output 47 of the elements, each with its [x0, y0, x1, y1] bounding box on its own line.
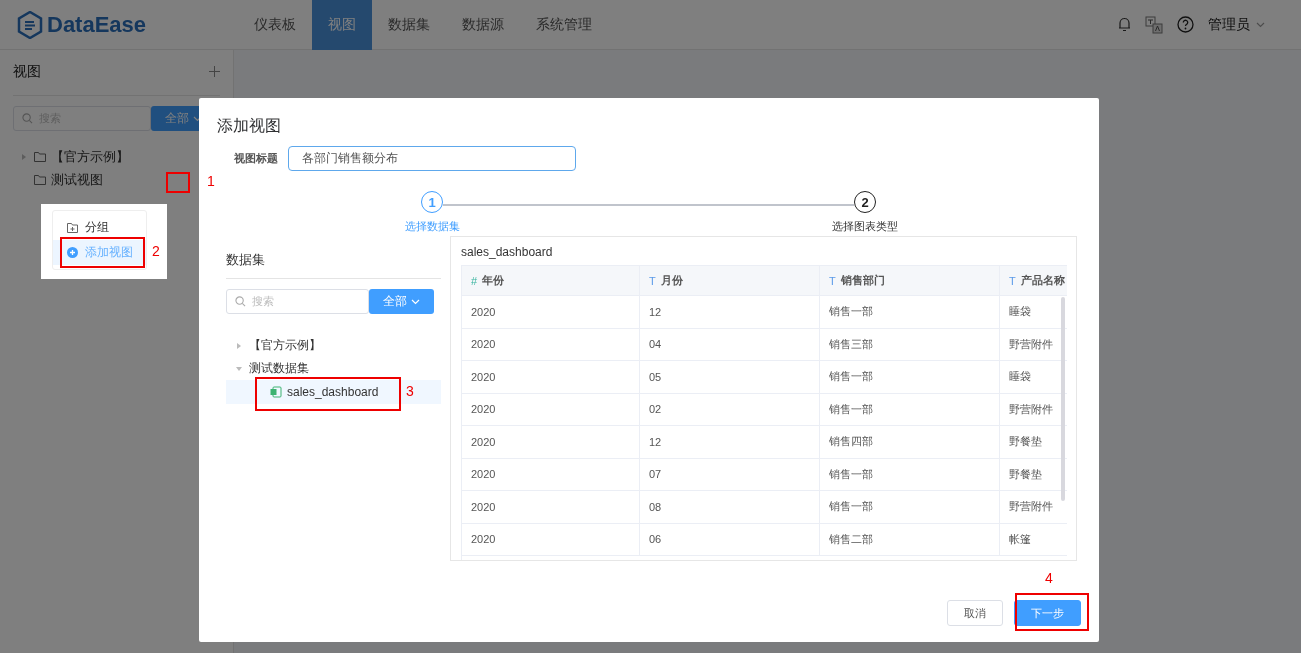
- dialog-title: 添加视图: [217, 116, 282, 136]
- annotation-number: 2: [152, 243, 160, 259]
- field-label: 视图标题: [234, 151, 278, 166]
- table-cell: 02: [640, 393, 820, 426]
- table-cell: 2020: [462, 296, 640, 329]
- type-icon: T: [649, 274, 656, 287]
- table-cell: 销售一部: [820, 393, 1000, 426]
- type-icon: T: [1009, 274, 1016, 287]
- table-cell: 销售一部: [820, 491, 1000, 524]
- table-cell: 2020: [462, 523, 640, 556]
- table-cell: 2020: [462, 328, 640, 361]
- table-cell: 销售一部: [820, 296, 1000, 329]
- type-icon: T: [829, 274, 836, 287]
- table-cell: 销售四部: [820, 426, 1000, 459]
- table-cell: 06: [640, 523, 820, 556]
- table-cell: 12: [640, 426, 820, 459]
- table-cell: 2020: [462, 393, 640, 426]
- column-header: T 产品名称: [1000, 265, 1067, 296]
- column-header: T 月份: [640, 265, 820, 296]
- column-header: # 年份: [462, 265, 640, 296]
- table-cell: 销售一部: [820, 458, 1000, 491]
- step-number: 2: [854, 191, 876, 213]
- logo-text: DataEase: [47, 11, 147, 38]
- panel-title: 数据集: [226, 249, 441, 279]
- table-cell: 帐篷: [1000, 523, 1067, 556]
- table-cell: 12: [640, 296, 820, 329]
- table-cell: 05: [640, 361, 820, 394]
- table-cell: 2020: [462, 426, 640, 459]
- annotation-number: 4: [1045, 570, 1053, 586]
- step-label: 选择图表类型: [832, 219, 898, 234]
- step-label: 选择数据集: [404, 219, 460, 234]
- annotation-number: 3: [406, 383, 414, 399]
- table-cell: 销售二部: [820, 523, 1000, 556]
- table-title: sales_dashboard: [461, 245, 554, 261]
- table-cell: 07: [640, 458, 820, 491]
- column-header: T 销售部门: [820, 265, 1000, 296]
- table-cell: 04: [640, 328, 820, 361]
- annotation-number: 1: [207, 173, 215, 189]
- table-cell: 08: [640, 491, 820, 524]
- type-icon: #: [471, 274, 478, 287]
- step-number: 1: [421, 191, 443, 213]
- table-cell: 2020: [462, 491, 640, 524]
- table-cell: 销售三部: [820, 328, 1000, 361]
- sidebar-title: 视图: [13, 62, 41, 81]
- table-cell: 2020: [462, 361, 640, 394]
- table-cell: 2020: [462, 458, 640, 491]
- table-cell: 销售一部: [820, 361, 1000, 394]
